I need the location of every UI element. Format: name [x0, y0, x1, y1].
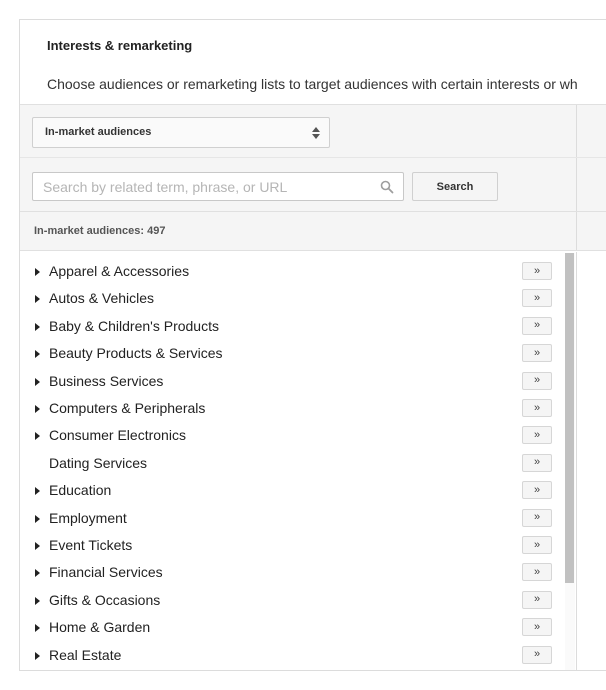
list-item-label: Autos & Vehicles — [49, 290, 155, 307]
add-audience-button[interactable]: » — [522, 508, 552, 527]
list-item-label: Consumer Electronics — [49, 427, 186, 444]
panel-title: Interests & remarketing — [47, 38, 193, 53]
list-item-label: Beauty Products & Services — [49, 345, 223, 362]
audience-list: Real Estate» Home & Garden» Gifts & Occasi… — [20, 252, 606, 670]
list-item-label: Baby & Children's Products — [49, 317, 219, 334]
add-audience-button[interactable]: » — [522, 371, 552, 390]
list-item-label: Home & Garden — [49, 619, 151, 636]
search-icon[interactable] — [380, 180, 394, 194]
list-item[interactable]: Computers & Peripherals » — [20, 395, 565, 422]
column-divider — [576, 252, 577, 670]
scrollbar[interactable] — [565, 253, 575, 670]
caret-right-icon[interactable] — [35, 569, 40, 578]
list-item-label: Financial Services — [49, 564, 163, 581]
caret-right-icon[interactable] — [35, 377, 40, 386]
add-audience-button[interactable]: » — [522, 590, 552, 609]
add-audience-button[interactable]: » — [522, 645, 552, 664]
add-audience-button[interactable]: » — [522, 289, 552, 308]
list-item[interactable]: Real Estate » — [20, 642, 565, 669]
list-item-label: Business Services — [49, 372, 164, 389]
caret-right-icon[interactable] — [35, 514, 40, 523]
list-item[interactable]: Home & Garden » — [20, 614, 565, 641]
caret-right-icon[interactable] — [35, 596, 40, 605]
scrollbar-thumb[interactable] — [565, 253, 574, 583]
add-audience-button[interactable]: » — [522, 399, 552, 417]
list-item[interactable]: Employment » — [20, 505, 565, 532]
list-item-label: Dating Services — [49, 454, 148, 471]
list-item[interactable]: Consumer Electronics » — [20, 422, 565, 449]
results-count-label: In-market audiences: 497 — [34, 225, 166, 237]
caret-right-icon[interactable] — [35, 624, 40, 633]
search-button[interactable]: Search — [412, 172, 498, 201]
interests-remarketing-panel: Interests & remarketing Choose audiences… — [19, 19, 606, 671]
add-audience-button[interactable]: » — [522, 316, 552, 335]
caret-right-icon[interactable] — [35, 350, 40, 359]
column-divider — [576, 158, 577, 211]
caret-right-icon[interactable] — [35, 322, 40, 331]
panel-header: Interests & remarketing Choose audiences… — [20, 20, 606, 104]
up-down-arrows-icon — [312, 127, 320, 139]
search-bar: Search — [20, 157, 606, 211]
list-item[interactable]: Dating Services » — [20, 450, 565, 477]
audience-type-bar: In-market audiences — [20, 104, 606, 157]
list-item-label: Computers & Peripherals — [49, 400, 206, 416]
add-audience-button[interactable]: » — [522, 618, 552, 637]
list-item[interactable]: Financial Services » — [20, 559, 565, 586]
list-item-label: Education — [49, 482, 112, 499]
list-item-label: Employment — [49, 509, 127, 526]
search-box — [32, 172, 404, 201]
list-item[interactable]: Autos & Vehicles » — [20, 285, 565, 312]
add-audience-button[interactable]: » — [522, 426, 552, 445]
add-audience-button[interactable]: » — [522, 536, 552, 554]
list-item[interactable]: Baby & Children's Products » — [20, 313, 565, 340]
caret-right-icon[interactable] — [35, 405, 40, 413]
list-item[interactable]: Event Tickets » — [20, 532, 565, 559]
list-item[interactable]: Education » — [20, 477, 565, 504]
list-item[interactable]: Apparel & Accessories » — [20, 258, 565, 285]
caret-right-icon[interactable] — [35, 542, 40, 550]
search-input[interactable] — [33, 173, 373, 200]
results-count-bar: In-market audiences: 497 — [20, 211, 606, 251]
list-item[interactable]: Gifts & Occasions » — [20, 587, 565, 614]
add-audience-button[interactable]: » — [522, 453, 552, 472]
caret-right-icon[interactable] — [35, 268, 40, 276]
list-item[interactable]: Beauty Products & Services » — [20, 340, 565, 367]
column-divider — [576, 212, 577, 250]
caret-right-icon[interactable] — [35, 651, 40, 660]
list-item-label: Apparel & Accessories — [49, 263, 190, 279]
audience-type-select[interactable]: In-market audiences — [32, 117, 330, 148]
list-item[interactable]: Business Services » — [20, 368, 565, 395]
caret-right-icon[interactable] — [35, 487, 40, 496]
add-audience-button[interactable]: » — [522, 344, 552, 363]
caret-right-icon[interactable] — [35, 295, 40, 304]
caret-right-icon[interactable] — [35, 432, 40, 441]
list-item-label: Gifts & Occasions — [49, 591, 161, 608]
add-audience-button[interactable]: » — [522, 563, 552, 582]
add-audience-button[interactable]: » — [522, 262, 552, 280]
panel-description: Choose audiences or remarketing lists to… — [47, 76, 578, 92]
column-divider — [576, 105, 577, 157]
list-item-label: Event Tickets — [49, 537, 133, 553]
audience-type-selected-value: In-market audiences — [45, 126, 152, 138]
add-audience-button[interactable]: » — [522, 481, 552, 500]
list-item-label: Real Estate — [49, 646, 122, 663]
